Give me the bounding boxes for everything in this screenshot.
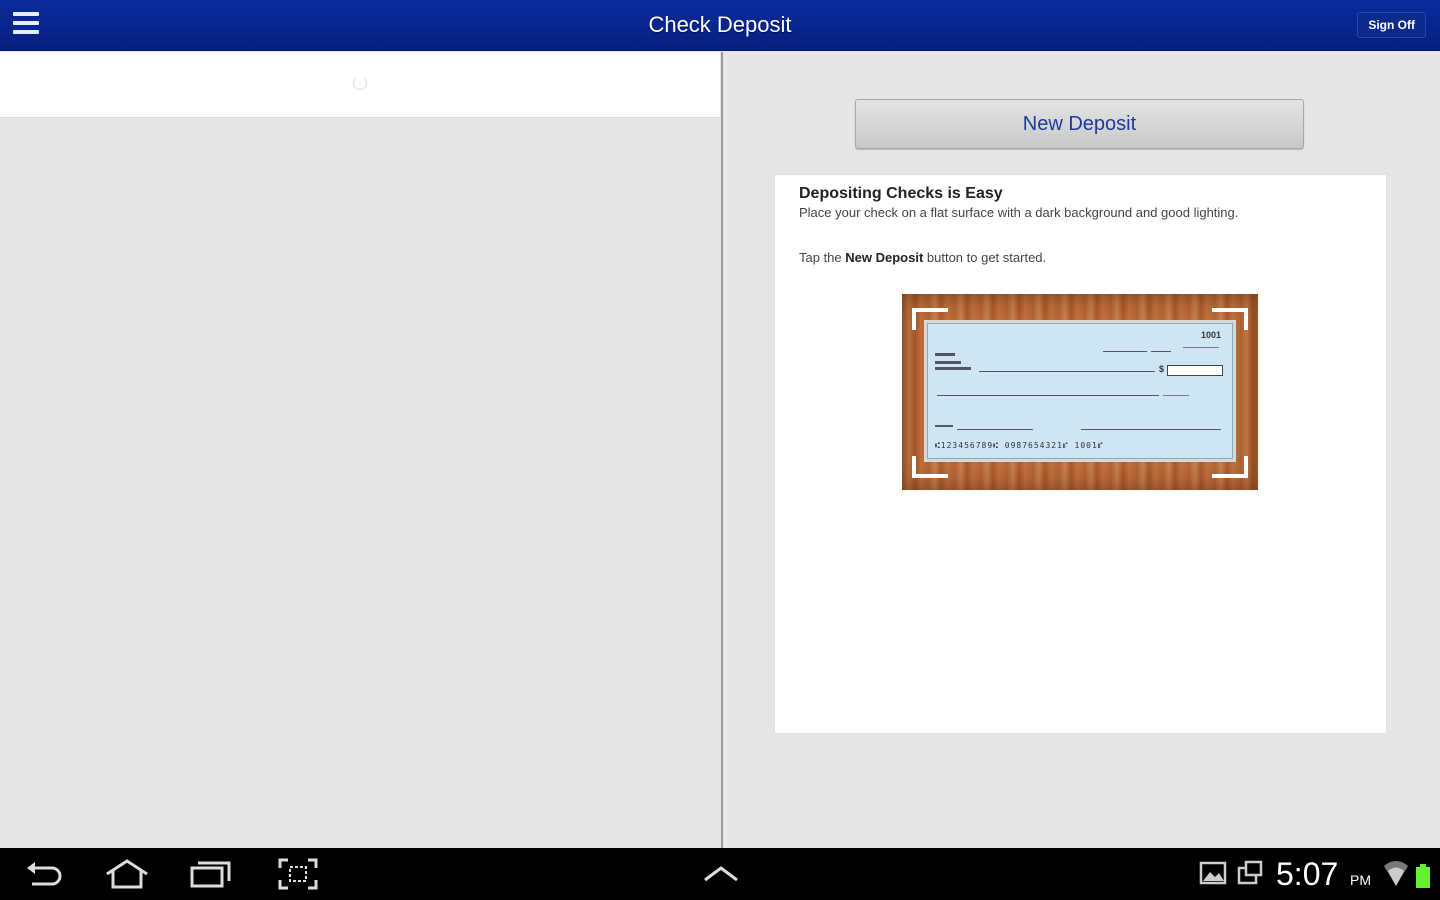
left-pane [0, 52, 721, 848]
left-list-header [0, 52, 720, 118]
new-deposit-button[interactable]: New Deposit [855, 99, 1304, 149]
check-illustration: 1001 $ ⑆123456789⑆ 0987654321⑈ 1001⑈ [902, 294, 1258, 490]
up-arrow-icon[interactable] [702, 858, 740, 890]
wifi-icon [1384, 861, 1408, 886]
loading-spinner-icon [353, 76, 367, 90]
card-title: Depositing Checks is Easy [799, 185, 1003, 202]
back-icon[interactable] [24, 858, 64, 890]
gallery-icon [1199, 861, 1227, 885]
check-image: 1001 $ ⑆123456789⑆ 0987654321⑈ 1001⑈ [924, 320, 1236, 462]
amount-box [1167, 365, 1223, 376]
system-navigation-bar [0, 848, 1440, 900]
app-header: Check Deposit Sign Off [0, 0, 1440, 51]
dollar-sign: $ [1159, 364, 1165, 374]
info-card: Depositing Checks is Easy Place your che… [774, 174, 1387, 734]
card-description: Place your check on a flat surface with … [799, 205, 1239, 220]
right-pane: New Deposit Depositing Checks is Easy Pl… [723, 52, 1440, 848]
notification-icon [1237, 860, 1263, 885]
recent-apps-icon[interactable] [190, 858, 232, 890]
card-instruction: Tap the New Deposit button to get starte… [799, 250, 1047, 265]
check-number: 1001 [1200, 330, 1221, 340]
screenshot-icon[interactable] [278, 858, 318, 890]
home-icon[interactable] [104, 858, 150, 890]
micr-line: ⑆123456789⑆ 0987654321⑈ 1001⑈ [935, 441, 1104, 450]
system-clock-ampm: PM [1350, 872, 1371, 888]
system-clock: 5:07 [1276, 856, 1339, 892]
sign-off-button[interactable]: Sign Off [1357, 12, 1426, 38]
page-title: Check Deposit [648, 12, 792, 37]
battery-icon [1416, 864, 1430, 888]
